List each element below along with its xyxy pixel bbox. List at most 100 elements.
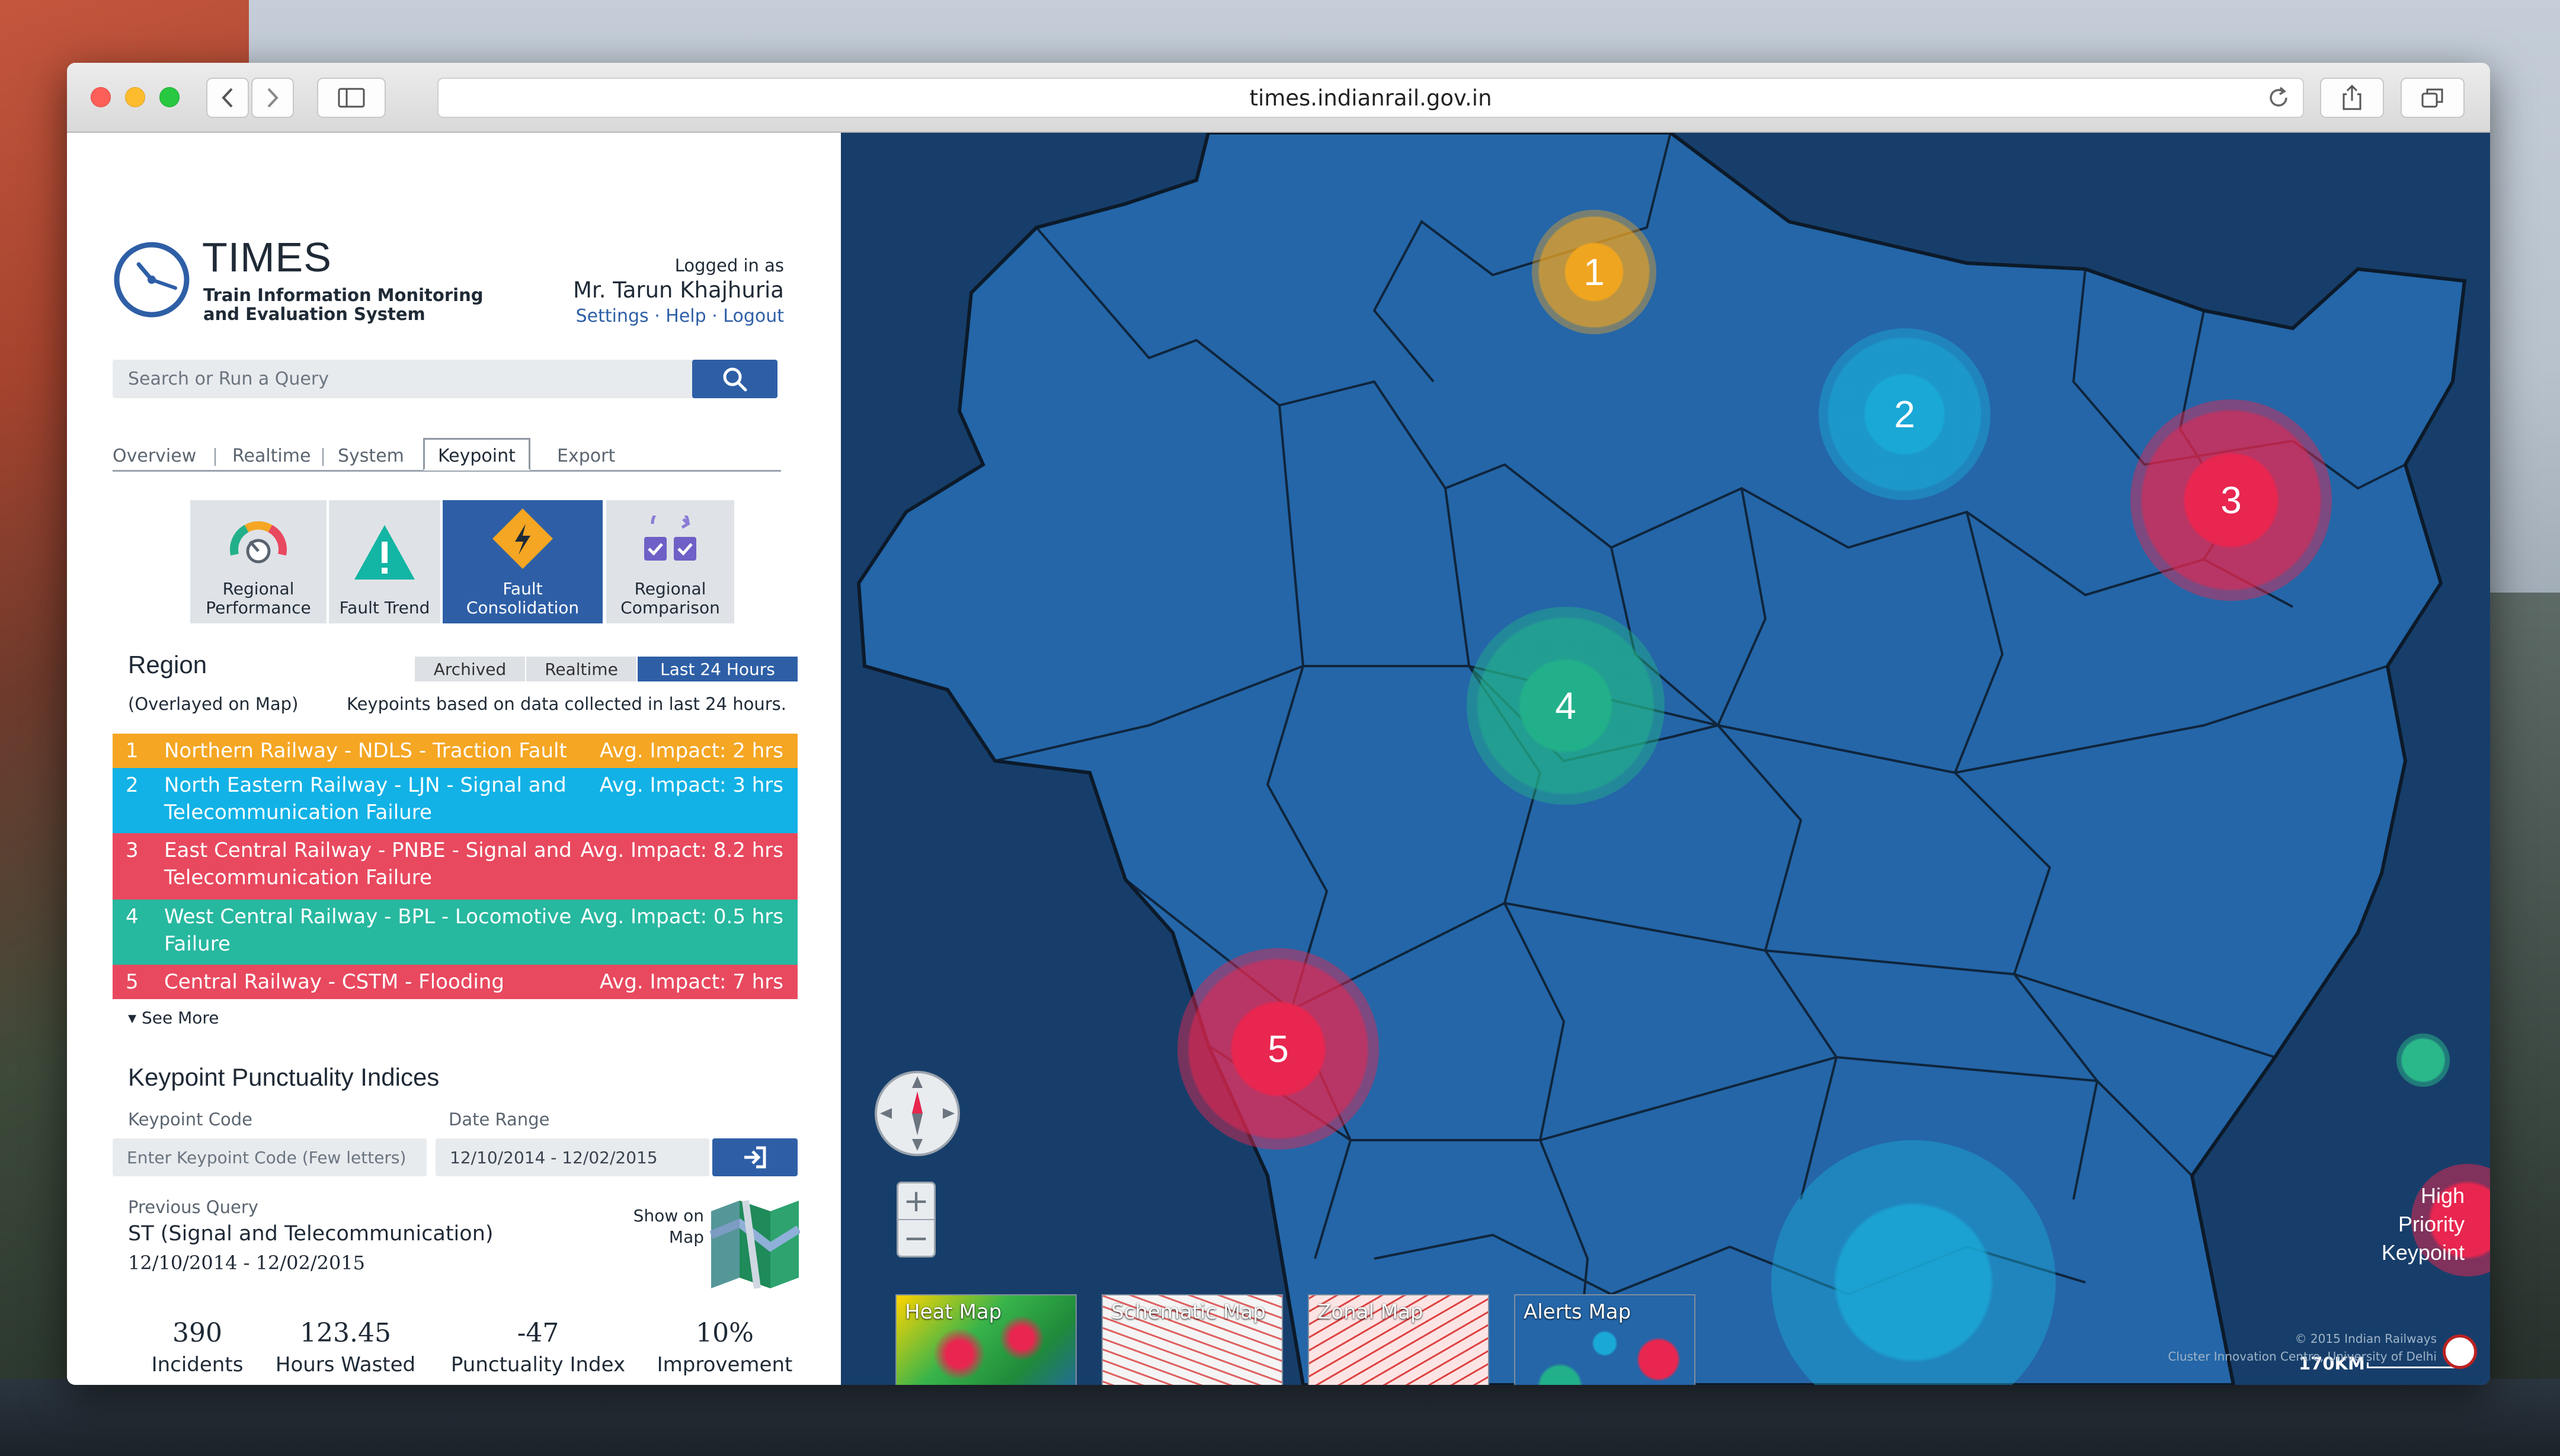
- item-impact: Avg. Impact: 0.5 hrs: [580, 905, 783, 929]
- previous-query-value: ST (Signal and Telecommunication): [128, 1222, 494, 1246]
- app-subtitle: Train Information Monitoring and Evaluat…: [203, 286, 483, 324]
- item-number: 4: [126, 905, 139, 929]
- see-more-label: See More: [141, 1008, 219, 1028]
- thumbnail-label: Alerts Map: [1524, 1300, 1631, 1324]
- zoom-controls: + −: [897, 1182, 936, 1257]
- keypoint-marker-3[interactable]: 3: [2130, 399, 2332, 601]
- tile-regional-performance[interactable]: Regional Performance: [190, 500, 327, 623]
- tabs-overview-button[interactable]: [2401, 78, 2465, 118]
- keypoint-number: 4: [1555, 684, 1576, 727]
- compass-control[interactable]: [873, 1069, 962, 1158]
- keypoint-marker-1[interactable]: 1: [1532, 210, 1656, 334]
- region-note: Keypoints based on data collected in las…: [347, 694, 786, 714]
- logout-link[interactable]: Logout: [723, 306, 784, 327]
- item-impact: Avg. Impact: 7 hrs: [599, 970, 783, 994]
- map-fold-icon[interactable]: [710, 1199, 800, 1289]
- map-credits: © 2015 Indian Railways Cluster Innovatio…: [2168, 1330, 2437, 1365]
- tab-system[interactable]: System: [338, 446, 404, 466]
- zoom-out-button[interactable]: −: [898, 1220, 934, 1257]
- stat-value: 10%: [696, 1318, 754, 1348]
- minimize-window-button[interactable]: [125, 87, 145, 107]
- search-input[interactable]: Search or Run a Query: [113, 360, 708, 398]
- settings-link[interactable]: Settings: [576, 306, 649, 327]
- warning-icon: [354, 525, 415, 580]
- search-button[interactable]: [692, 360, 777, 398]
- tab-separator: |: [320, 446, 327, 466]
- keypoint-marker-2[interactable]: 2: [1819, 328, 1991, 500]
- reload-icon[interactable]: [2265, 85, 2292, 112]
- tile-label: Regional Comparison: [620, 579, 720, 617]
- tile-fault-consolidation[interactable]: Fault Consolidation: [443, 500, 603, 623]
- thumbnail-label: Heat Map: [905, 1300, 1002, 1324]
- tile-regional-comparison[interactable]: Regional Comparison: [606, 500, 734, 623]
- gauge-icon: [230, 521, 287, 564]
- stat-punctuality-index: -47 Punctuality Index: [440, 1318, 636, 1377]
- date-range-value: 12/10/2014 - 12/02/2015: [450, 1147, 658, 1167]
- thumbnail-label: Zonal Map: [1317, 1300, 1423, 1324]
- schematic-map-thumbnail[interactable]: Schematic Map: [1102, 1294, 1283, 1385]
- tab-overview[interactable]: Overview: [113, 446, 196, 466]
- keypoint-code-label: Keypoint Code: [128, 1109, 252, 1129]
- heat-map-thumbnail[interactable]: Heat Map: [895, 1294, 1077, 1385]
- back-button[interactable]: [206, 78, 249, 118]
- forward-button[interactable]: [251, 78, 294, 118]
- help-link[interactable]: Help: [665, 306, 706, 327]
- chevron-right-icon: [267, 88, 279, 108]
- item-name: East Central Railway - PNBE - Signal and…: [164, 839, 572, 889]
- keypoint-number: 1: [1583, 251, 1605, 293]
- lightning-diamond-icon: [492, 508, 553, 569]
- region-item[interactable]: 2 North Eastern Railway - LJN - Signal a…: [113, 768, 798, 833]
- india-rail-map[interactable]: 1 2 3 4 5 High Priority Keypoint + − Hea…: [841, 133, 2490, 1385]
- thumbnail-label: Schematic Map: [1111, 1300, 1266, 1324]
- date-range-input[interactable]: 12/10/2014 - 12/02/2015: [436, 1138, 709, 1176]
- show-on-map-label: Show on Map: [633, 1206, 704, 1247]
- tab-bar: Overview | Realtime | System Keypoint Ex…: [113, 438, 781, 472]
- tab-keypoint[interactable]: Keypoint: [423, 438, 530, 471]
- stat-label: Improvement: [657, 1353, 793, 1377]
- keypoint-code-input[interactable]: Enter Keypoint Code (Few letters): [113, 1138, 427, 1176]
- keypoint-marker-5[interactable]: 5: [1177, 948, 1379, 1150]
- browser-toolbar: times.indianrail.gov.in: [67, 63, 2490, 133]
- stat-improvement: 10% Improvement: [648, 1318, 802, 1377]
- tab-export[interactable]: Export: [557, 446, 615, 466]
- tile-label: Regional Performance: [206, 579, 311, 617]
- item-impact: Avg. Impact: 3 hrs: [599, 773, 783, 797]
- zoom-in-button[interactable]: +: [898, 1183, 934, 1220]
- share-button[interactable]: [2320, 78, 2384, 118]
- region-item[interactable]: 4 West Central Railway - BPL - Locomotiv…: [113, 900, 798, 965]
- tabs-icon: [2421, 88, 2443, 108]
- item-name: North Eastern Railway - LJN - Signal and…: [164, 773, 567, 824]
- chevron-left-icon: [222, 88, 233, 108]
- app-subtitle-line2: and Evaluation System: [203, 304, 425, 324]
- compare-icon: [644, 516, 696, 561]
- sidebar-toggle-button[interactable]: [317, 78, 386, 118]
- tab-separator: |: [212, 446, 219, 466]
- item-number: 3: [126, 839, 139, 862]
- sidebar-icon: [338, 88, 365, 108]
- segment-archived[interactable]: Archived: [415, 657, 525, 681]
- keypoint-marker-4[interactable]: 4: [1467, 607, 1665, 805]
- item-impact: Avg. Impact: 8.2 hrs: [580, 839, 783, 862]
- account-links: Settings · Help · Logout: [575, 306, 784, 327]
- url-text: times.indianrail.gov.in: [1249, 85, 1492, 111]
- indian-railways-logo: [2443, 1335, 2477, 1369]
- zoom-window-button[interactable]: [159, 87, 180, 107]
- segment-last-24-hours[interactable]: Last 24 Hours: [638, 657, 798, 681]
- run-query-button[interactable]: [712, 1138, 798, 1176]
- see-more-link[interactable]: ▾ See More: [128, 1008, 219, 1028]
- kpi-title: Keypoint Punctuality Indices: [128, 1063, 440, 1091]
- zonal-map-thumbnail[interactable]: Zonal Map: [1308, 1294, 1489, 1385]
- region-item[interactable]: 1 Northern Railway - NDLS - Traction Fau…: [113, 734, 798, 768]
- stat-value: -47: [517, 1318, 559, 1348]
- tile-fault-trend[interactable]: Fault Trend: [329, 500, 440, 623]
- map-regions: [841, 133, 2490, 1385]
- region-item[interactable]: 5 Central Railway - CSTM - Flooding Avg.…: [113, 965, 798, 999]
- url-bar[interactable]: times.indianrail.gov.in: [437, 78, 2304, 118]
- tab-realtime[interactable]: Realtime: [232, 446, 311, 466]
- date-range-label: Date Range: [449, 1109, 550, 1129]
- close-window-button[interactable]: [91, 87, 111, 107]
- segment-realtime[interactable]: Realtime: [526, 657, 636, 681]
- region-item[interactable]: 3 East Central Railway - PNBE - Signal a…: [113, 833, 798, 900]
- alerts-map-thumbnail[interactable]: Alerts Map: [1514, 1294, 1695, 1385]
- share-icon: [2343, 85, 2361, 110]
